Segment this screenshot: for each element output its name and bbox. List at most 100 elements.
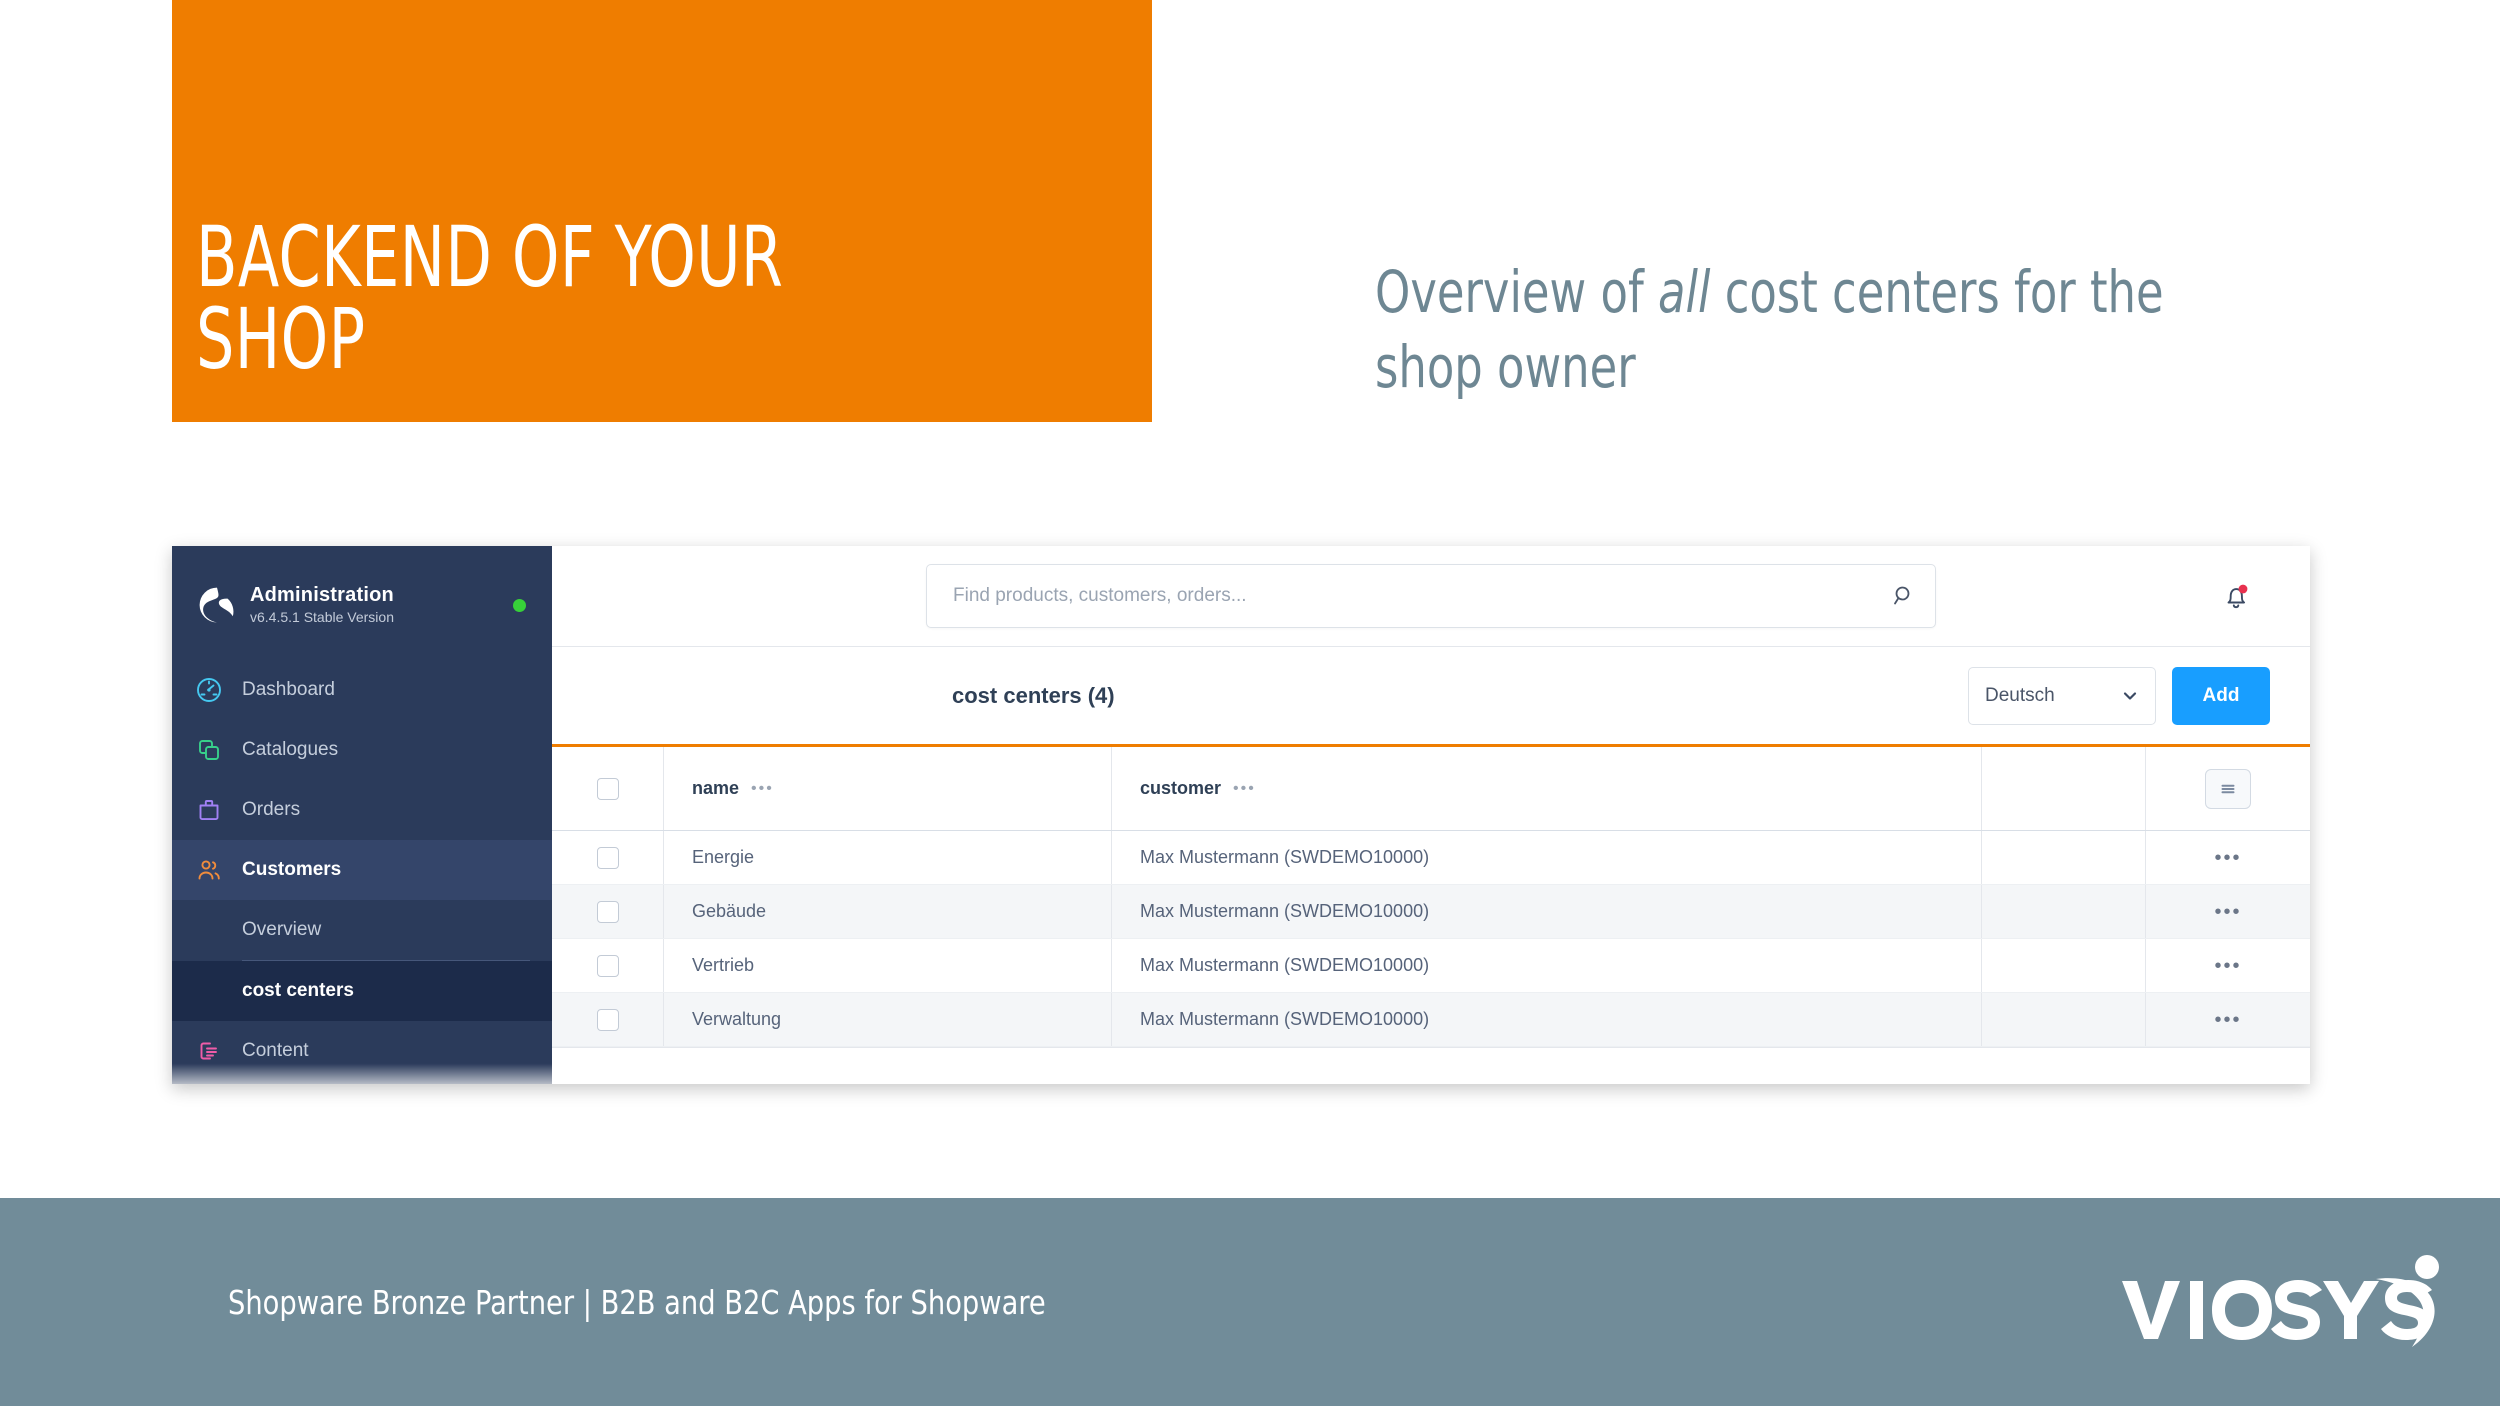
- cell-value: Gebäude: [692, 901, 767, 921]
- select-all-checkbox[interactable]: [596, 777, 619, 800]
- cell-value: Max Mustermann (SWDEMO10000): [1140, 901, 1430, 921]
- language-select[interactable]: Deutsch: [1968, 666, 2156, 725]
- cell-spacer: [1982, 885, 2146, 938]
- orders-bag-icon: [194, 795, 224, 825]
- row-menu-icon[interactable]: •••: [2214, 902, 2241, 922]
- sidebar-item-label: Dashboard: [242, 679, 335, 700]
- sidebar-subitem-overview[interactable]: Overview: [172, 900, 552, 960]
- column-menu-icon[interactable]: •••: [1233, 780, 1256, 797]
- row-menu-icon[interactable]: •••: [2214, 1010, 2241, 1030]
- dashboard-gauge-icon: [194, 675, 224, 705]
- column-menu-icon[interactable]: •••: [751, 780, 774, 797]
- table-footer: [552, 1047, 2310, 1084]
- cell-spacer: [1982, 993, 2146, 1046]
- subtitle: Overview of all cost centers for the sho…: [1375, 255, 2166, 406]
- cell-name: Verwaltung: [664, 993, 1112, 1046]
- row-checkbox[interactable]: [596, 846, 619, 869]
- content-toolbar: cost centers (4) Deutsch Add: [552, 647, 2310, 747]
- select-all-cell[interactable]: [552, 747, 664, 830]
- cell-name: Energie: [664, 831, 1112, 884]
- sidebar-item-label: Customers: [242, 859, 342, 880]
- row-menu-icon[interactable]: •••: [2214, 956, 2241, 976]
- column-header-label: customer: [1140, 778, 1222, 798]
- chevron-down-icon: [2121, 687, 2139, 705]
- table-row[interactable]: Gebäude Max Mustermann (SWDEMO10000) •••: [552, 885, 2310, 939]
- page-title: BACKEND OF YOUR SHOP: [196, 208, 784, 388]
- cell-value: Max Mustermann (SWDEMO10000): [1140, 1009, 1430, 1029]
- sidebar-item-content[interactable]: Content: [172, 1021, 552, 1081]
- topbar: Find products, customers, orders...: [552, 546, 2310, 647]
- content-page-icon: [194, 1036, 224, 1066]
- column-header-actions: [2146, 747, 2310, 830]
- cost-centers-table: name ••• customer ••• Energie Max Muster…: [552, 747, 2310, 1084]
- sidebar-subitem-label: cost centers: [242, 980, 354, 1001]
- list-settings-icon[interactable]: [2205, 768, 2251, 809]
- row-checkbox[interactable]: [596, 954, 619, 977]
- sidebar-brand[interactable]: Administration v6.4.5.1 Stable Version: [172, 546, 552, 638]
- add-button[interactable]: Add: [2172, 666, 2270, 725]
- customers-people-icon: [194, 855, 224, 885]
- sidebar-item-orders[interactable]: Orders: [172, 780, 552, 840]
- cell-value: Verwaltung: [692, 1009, 782, 1029]
- row-select-cell[interactable]: [552, 831, 664, 884]
- cell-customer: Max Mustermann (SWDEMO10000): [1112, 939, 1982, 992]
- main-panel: Find products, customers, orders... cost…: [552, 546, 2310, 1084]
- cell-value: Energie: [692, 847, 755, 867]
- app-version: v6.4.5.1 Stable Version: [250, 609, 394, 626]
- subtitle-pre: Overview of: [1375, 258, 1658, 326]
- row-select-cell[interactable]: [552, 993, 664, 1046]
- title-banner: BACKEND OF YOUR SHOP: [172, 0, 1152, 422]
- sidebar-item-label: Orders: [242, 799, 301, 820]
- sidebar-item-catalogues[interactable]: Catalogues: [172, 720, 552, 780]
- notification-bell-icon[interactable]: [2218, 577, 2254, 615]
- catalogues-squares-icon: [194, 735, 224, 765]
- cell-spacer: [1982, 939, 2146, 992]
- status-online-dot: [513, 598, 526, 612]
- row-select-cell[interactable]: [552, 939, 664, 992]
- subtitle-emphasis: all: [1657, 258, 1711, 326]
- search-input[interactable]: Find products, customers, orders...: [953, 585, 1891, 607]
- toolbar-actions: Deutsch Add: [1968, 666, 2270, 725]
- cell-customer: Max Mustermann (SWDEMO10000): [1112, 831, 1982, 884]
- column-header-spacer: [1982, 747, 2146, 830]
- shopware-logo-icon: [194, 584, 236, 626]
- row-actions-cell[interactable]: •••: [2146, 885, 2310, 938]
- slide-footer: Shopware Bronze Partner | B2B and B2C Ap…: [0, 1198, 2500, 1406]
- cell-value: Max Mustermann (SWDEMO10000): [1140, 847, 1430, 867]
- cell-spacer: [1982, 831, 2146, 884]
- cell-customer: Max Mustermann (SWDEMO10000): [1112, 993, 1982, 1046]
- table-row[interactable]: Verwaltung Max Mustermann (SWDEMO10000) …: [552, 993, 2310, 1047]
- global-search[interactable]: Find products, customers, orders...: [926, 564, 1936, 628]
- row-menu-icon[interactable]: •••: [2214, 848, 2241, 868]
- column-header-name[interactable]: name •••: [664, 747, 1112, 830]
- sidebar-item-customers[interactable]: Customers: [172, 840, 552, 900]
- language-select-value: Deutsch: [1985, 684, 2055, 706]
- sidebar-item-label: Catalogues: [242, 739, 339, 760]
- search-icon[interactable]: [1891, 583, 1917, 609]
- cell-name: Vertrieb: [664, 939, 1112, 992]
- sidebar-item-label: Content: [242, 1040, 309, 1061]
- cell-customer: Max Mustermann (SWDEMO10000): [1112, 885, 1982, 938]
- column-header-label: name: [692, 778, 740, 798]
- row-checkbox[interactable]: [596, 900, 619, 923]
- slide-root: BACKEND OF YOUR SHOP Overview of all cos…: [0, 0, 2500, 1406]
- cell-value: Max Mustermann (SWDEMO10000): [1140, 955, 1430, 975]
- viosys-wordmark-icon: [2122, 1255, 2439, 1347]
- sidebar-nav: Dashboard Catalogues Orders Customers Ov…: [172, 660, 552, 1081]
- viosys-logo: [2114, 1247, 2444, 1357]
- table-row[interactable]: Energie Max Mustermann (SWDEMO10000) •••: [552, 831, 2310, 885]
- row-actions-cell[interactable]: •••: [2146, 993, 2310, 1046]
- table-header-row: name ••• customer •••: [552, 747, 2310, 831]
- table-row[interactable]: Vertrieb Max Mustermann (SWDEMO10000) ••…: [552, 939, 2310, 993]
- footer-text: Shopware Bronze Partner | B2B and B2C Ap…: [228, 1282, 1046, 1322]
- app-title: Administration: [250, 584, 394, 607]
- sidebar-subitem-cost-centers[interactable]: cost centers: [172, 961, 552, 1021]
- row-select-cell[interactable]: [552, 885, 664, 938]
- row-actions-cell[interactable]: •••: [2146, 939, 2310, 992]
- column-header-customer[interactable]: customer •••: [1112, 747, 1982, 830]
- row-checkbox[interactable]: [596, 1008, 619, 1031]
- sidebar-item-dashboard[interactable]: Dashboard: [172, 660, 552, 720]
- list-title: cost centers (4): [952, 682, 1115, 708]
- row-actions-cell[interactable]: •••: [2146, 831, 2310, 884]
- sidebar: Administration v6.4.5.1 Stable Version D…: [172, 546, 552, 1084]
